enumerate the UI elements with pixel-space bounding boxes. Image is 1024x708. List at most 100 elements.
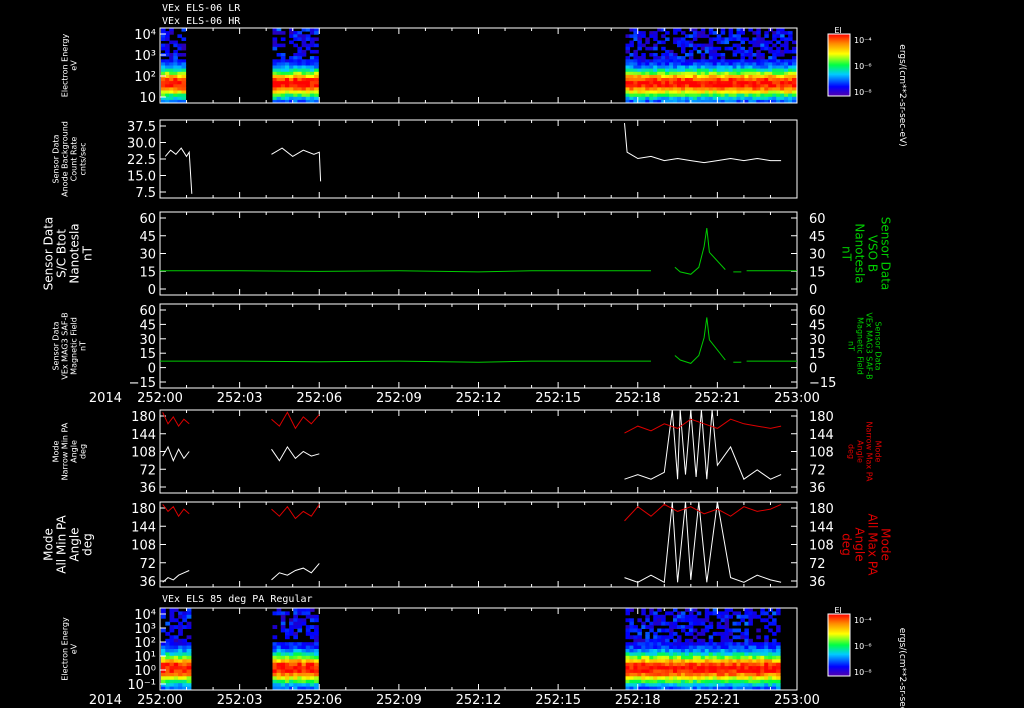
spectrogram-2-cell bbox=[649, 659, 654, 664]
spectrogram-1-cell bbox=[633, 96, 638, 101]
spectrogram-2-cell bbox=[276, 642, 282, 647]
spectrogram-2-cell bbox=[629, 679, 634, 684]
spectrogram-2-cell bbox=[629, 621, 634, 626]
spectrogram-1-cell bbox=[301, 81, 307, 85]
spectrogram-2-cell bbox=[645, 659, 650, 664]
spectrogram-1-cell bbox=[772, 90, 777, 95]
spectrogram-1-cell bbox=[784, 90, 789, 95]
spectrogram-1-cell bbox=[677, 68, 682, 73]
spectrogram-1-cell bbox=[673, 65, 678, 70]
spectrogram-1-cell bbox=[657, 28, 662, 32]
spectrogram-2-cell bbox=[696, 621, 702, 626]
spectrogram-2-cell bbox=[314, 625, 319, 629]
spectrogram-1-cell bbox=[285, 59, 290, 63]
spectrogram-1-cell bbox=[641, 34, 646, 38]
spectrogram-2-cell bbox=[704, 649, 710, 653]
spectrogram-1-cell bbox=[297, 93, 303, 98]
spectrogram-2-cell bbox=[772, 669, 777, 674]
colorbar-2-tick-label: 10⁻⁴ bbox=[854, 616, 872, 625]
spectrogram-2-cell bbox=[280, 669, 286, 674]
spectrogram-2-cell bbox=[700, 659, 706, 664]
spectrogram-2-cell bbox=[645, 631, 650, 636]
spectrogram-2-cell bbox=[280, 642, 286, 647]
spectrogram-1-cell bbox=[629, 62, 634, 66]
spectrogram-1-cell bbox=[724, 84, 730, 88]
spectrogram-1-cell bbox=[673, 59, 678, 63]
anode-background-series-0-segment-0 bbox=[164, 147, 193, 194]
spectrogram-2-cell bbox=[708, 666, 714, 670]
spectrogram-2-cell bbox=[740, 649, 745, 653]
spectrogram-1-cell bbox=[724, 65, 730, 70]
spectrogram-1-cell bbox=[649, 31, 654, 35]
spectrogram-1-cell bbox=[681, 40, 686, 45]
spectrogram-1-cell bbox=[700, 74, 706, 79]
spectrogram-1-cell bbox=[768, 96, 773, 101]
spectrogram-1-cell bbox=[696, 96, 702, 101]
spectrogram-1-cell bbox=[736, 31, 741, 35]
spectrogram-1-cell bbox=[181, 59, 187, 63]
spectrogram-2-cell bbox=[276, 659, 282, 664]
spectrogram-1-cell bbox=[637, 34, 642, 38]
spectrogram-1-cell bbox=[772, 81, 777, 85]
spectrogram-1-cell bbox=[748, 46, 753, 51]
spectrogram-1-cell bbox=[716, 46, 722, 51]
spectrogram-2-cell bbox=[700, 683, 706, 688]
spectrogram-1-cell bbox=[756, 71, 761, 76]
spectrogram-2-cell bbox=[712, 631, 718, 636]
spectrogram-1-cell bbox=[673, 81, 678, 85]
spectrogram-2-cell bbox=[629, 676, 634, 681]
spectrogram-2-cell bbox=[692, 662, 698, 667]
spectrogram-2-cell bbox=[629, 628, 634, 633]
spectrogram-1-cell bbox=[657, 87, 662, 91]
spectrogram-1-cell bbox=[181, 93, 187, 98]
spectrogram-1-cell bbox=[633, 71, 638, 76]
spectrogram-1-cell bbox=[661, 65, 666, 70]
magnetic-field-series-0-segment-1 bbox=[674, 317, 710, 364]
spectrogram-1-cell bbox=[756, 40, 761, 45]
spectrogram-1-cell bbox=[301, 59, 307, 63]
all-pa-ylabel-line: Mode bbox=[42, 528, 56, 561]
spectrogram-1-cell bbox=[704, 84, 710, 88]
spectrogram-1-cell bbox=[760, 81, 765, 85]
spectrogram-2-cell bbox=[173, 679, 179, 684]
spectrogram-2-cell bbox=[776, 608, 781, 612]
spectrogram-2-cell bbox=[633, 638, 638, 643]
spectrogram-2-cell bbox=[161, 614, 166, 619]
spectrogram-2-cell bbox=[625, 676, 630, 681]
spectrogram-2-cell bbox=[186, 683, 192, 688]
spectrogram-1-cell bbox=[177, 34, 182, 38]
spectrogram-1-cell bbox=[272, 28, 278, 32]
spectrogram-1-cell bbox=[744, 53, 749, 57]
spectrogram-1-cell bbox=[669, 59, 674, 63]
spectrogram-1-cell bbox=[748, 56, 753, 60]
spectrogram-1-cell bbox=[760, 87, 765, 91]
spectrogram-2-cell bbox=[272, 635, 278, 640]
spectrogram-2-cell bbox=[681, 666, 686, 670]
sc-btot-right-label-line: VSO B bbox=[866, 235, 880, 272]
spectrogram-2-cell bbox=[629, 662, 634, 667]
spectrogram-1-cell bbox=[280, 37, 286, 41]
spectrogram-2-cell bbox=[716, 642, 722, 647]
spectrogram-1-cell bbox=[177, 62, 182, 66]
spectrogram-2-cell bbox=[716, 655, 722, 660]
spectrogram-2-cell bbox=[700, 618, 706, 623]
spectrogram-2-cell bbox=[728, 672, 733, 677]
spectrogram-2-cell bbox=[764, 669, 769, 674]
spectrogram-2-cell bbox=[314, 666, 319, 670]
spectrogram-1-cell bbox=[792, 56, 797, 60]
spectrogram-1-cell bbox=[673, 28, 678, 32]
spectrogram-1-cell bbox=[665, 62, 670, 66]
spectrogram-1-cell bbox=[712, 68, 718, 73]
spectrogram-2-cell bbox=[673, 679, 678, 684]
spectrogram-1-cell bbox=[653, 53, 658, 57]
spectrogram-1-cell bbox=[732, 87, 738, 91]
spectrogram-1-cell bbox=[696, 78, 702, 82]
spectrogram-2-cell bbox=[661, 683, 666, 688]
spectrogram-2-cell bbox=[285, 635, 290, 640]
spectrogram-1-cell bbox=[792, 90, 797, 95]
spectrogram-2-cell bbox=[688, 662, 694, 667]
spectrogram-2-cell bbox=[700, 672, 706, 677]
spectrogram-1-cell bbox=[633, 59, 638, 63]
spectrogram-1-cell bbox=[629, 40, 634, 45]
spectrogram-2-cell bbox=[629, 645, 634, 650]
